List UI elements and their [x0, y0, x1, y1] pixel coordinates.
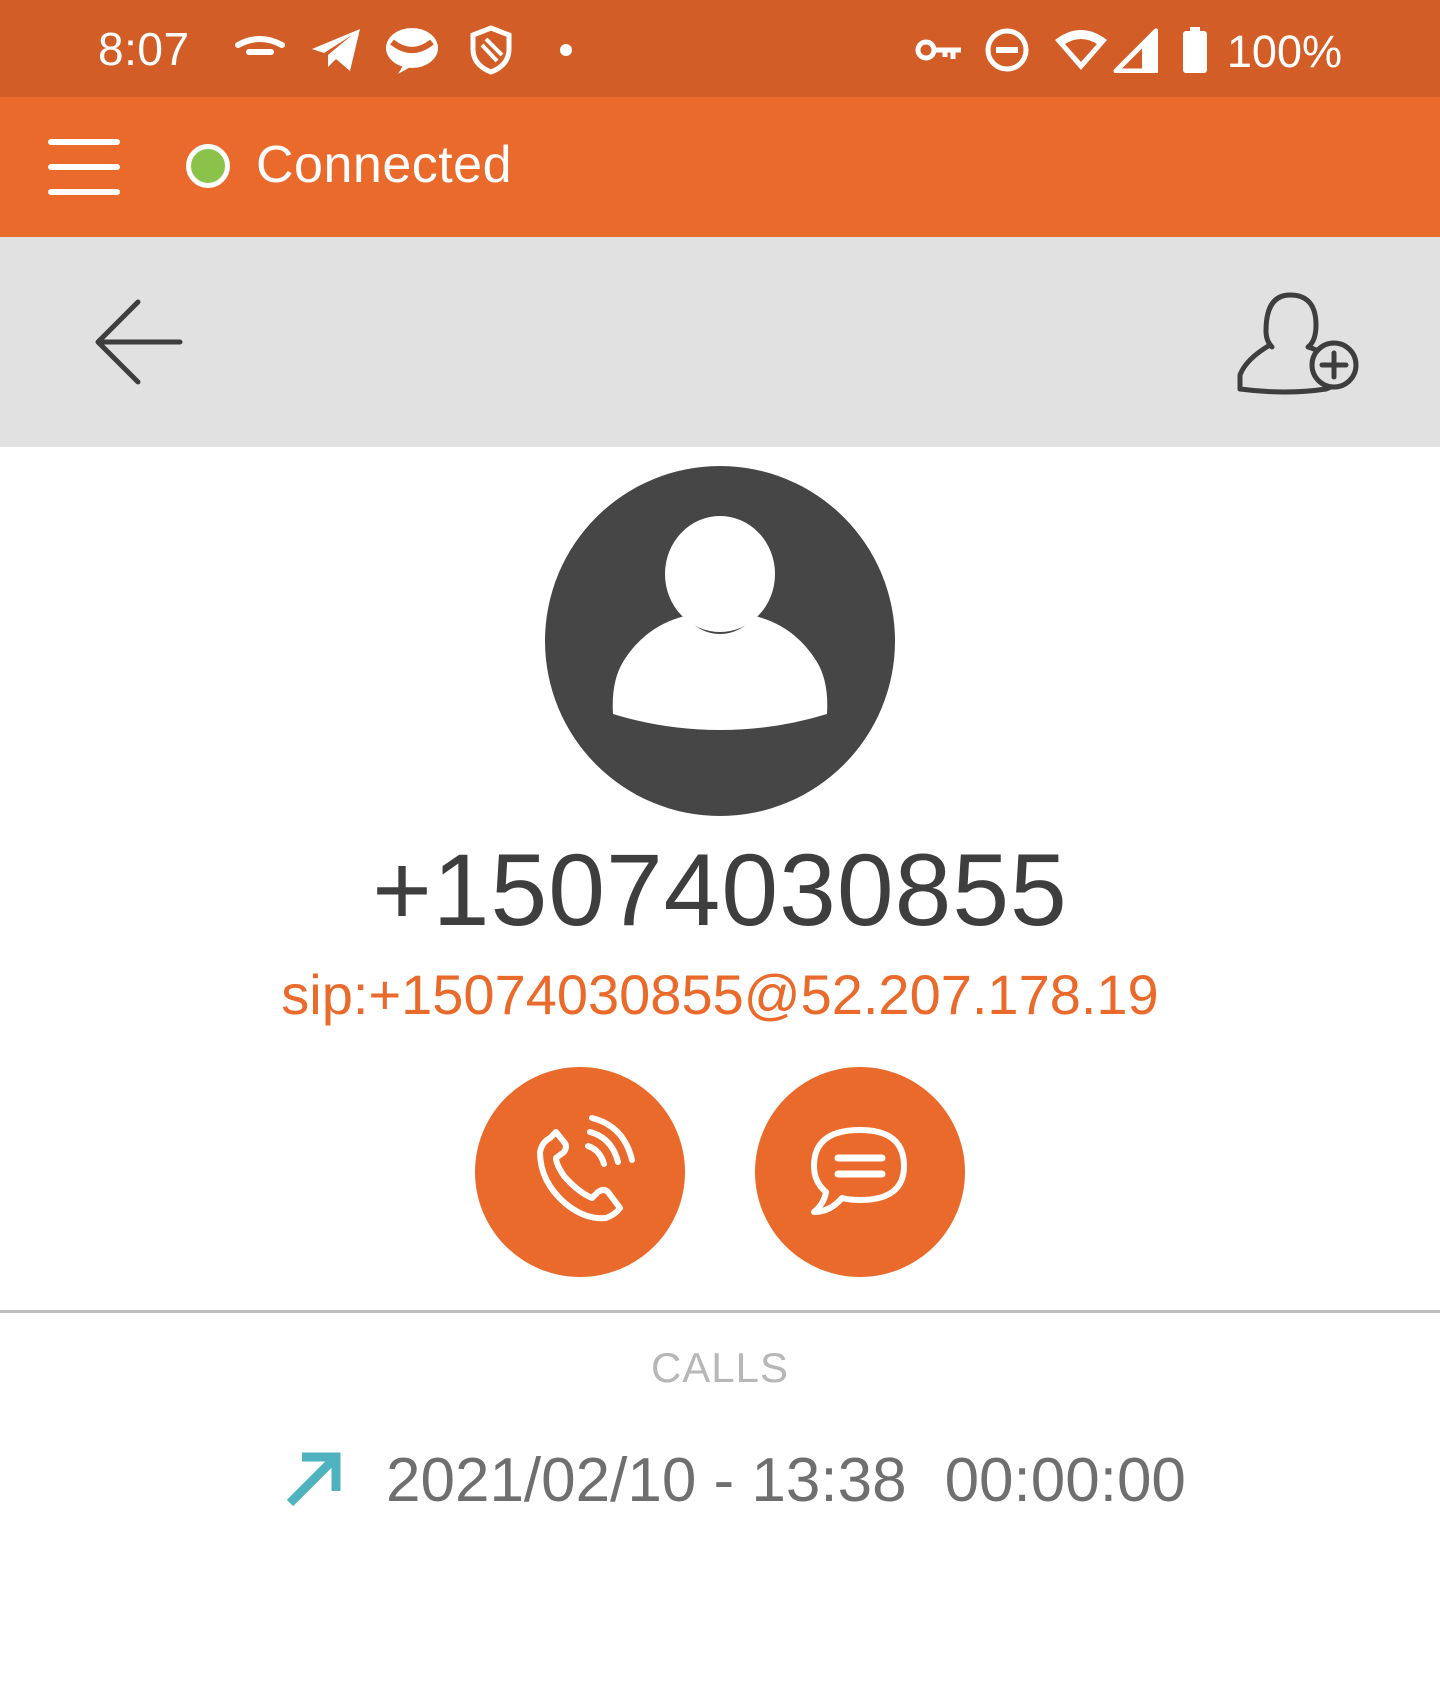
arrow-back-icon [95, 299, 183, 385]
connection-status-dot [186, 144, 230, 188]
status-time: 8:07 [98, 23, 190, 75]
hamburger-menu-icon [48, 139, 120, 195]
call-datetime: 2021/02/10 - 13:38 [386, 1445, 907, 1515]
add-contact-icon [1237, 292, 1359, 395]
status-bar: 8:07 100% [0, 0, 1440, 97]
connection-status-label: Connected [256, 136, 513, 194]
vpn-key-icon [914, 22, 964, 78]
battery-icon [1178, 22, 1212, 78]
contact-toolbar [0, 237, 1440, 447]
chat-bubble-icon [811, 1127, 907, 1215]
contact-sip-address: sip:+15074030855@52.207.178.19 [281, 963, 1159, 1026]
telegram-icon [308, 22, 364, 78]
outgoing-call-arrow-icon [286, 1452, 341, 1507]
call-history-row[interactable]: 2021/02/10 - 13:38 00:00:00 [280, 1440, 1186, 1520]
contact-detail-screen: 8:07 100% Connected +15074030855 sip:+15… [0, 0, 1440, 1684]
shield-icon [466, 22, 516, 78]
contact-phone-number: +15074030855 [372, 833, 1068, 947]
contact-avatar [545, 466, 895, 816]
add-contact-button[interactable] [1226, 277, 1366, 407]
call-duration: 00:00:00 [944, 1445, 1186, 1515]
cellular-signal-icon [1110, 22, 1160, 78]
call-button[interactable] [475, 1067, 685, 1277]
menu-button[interactable] [40, 131, 128, 203]
app-bar: Connected [0, 97, 1440, 237]
wifi-icon [1052, 22, 1110, 78]
person-placeholder-icon [612, 516, 828, 730]
do-not-disturb-icon [982, 22, 1032, 78]
notification-dot-icon [556, 22, 576, 78]
section-divider [0, 1310, 1440, 1313]
phone-call-icon [537, 1115, 635, 1222]
messaging-app-icon [382, 22, 442, 78]
calls-section-header: CALLS [650, 1344, 790, 1391]
message-button[interactable] [755, 1067, 965, 1277]
battery-percentage: 100% [1226, 26, 1342, 77]
back-button[interactable] [88, 292, 198, 392]
voicemail-icon [232, 22, 288, 78]
